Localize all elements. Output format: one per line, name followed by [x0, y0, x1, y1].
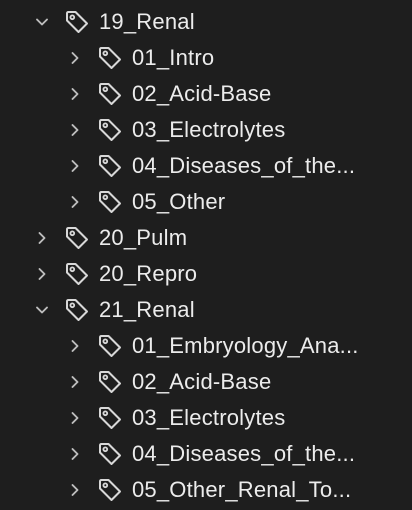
tree-row-label: 05_Other_Renal_To... [132, 477, 352, 502]
tree-row-04-diseases[interactable]: 04_Diseases_of_the... [0, 148, 412, 184]
tree-row-05-other[interactable]: 05_Other [0, 184, 412, 220]
tree-row-label: 05_Other [132, 189, 226, 214]
chevron-right-icon[interactable] [66, 373, 84, 391]
tree-row-01-embryology[interactable]: 01_Embryology_Ana... [0, 328, 412, 364]
tag-icon [64, 297, 90, 323]
tag-tree: 19_Renal 01_Intro 02_Acid-Base 03_Electr… [0, 0, 412, 510]
tree-row-label: 01_Embryology_Ana... [132, 333, 359, 358]
tree-row-label: 04_Diseases_of_the... [132, 441, 356, 466]
tree-row-02-acid-base[interactable]: 02_Acid-Base [0, 364, 412, 400]
chevron-right-icon[interactable] [66, 121, 84, 139]
tree-row-19-renal[interactable]: 19_Renal [0, 4, 412, 40]
tag-icon [97, 477, 123, 503]
tree-row-04-diseases[interactable]: 04_Diseases_of_the... [0, 436, 412, 472]
chevron-right-icon[interactable] [66, 49, 84, 67]
chevron-right-icon[interactable] [66, 337, 84, 355]
chevron-right-icon[interactable] [33, 265, 51, 283]
chevron-right-icon[interactable] [66, 157, 84, 175]
tree-row-21-renal[interactable]: 21_Renal [0, 292, 412, 328]
chevron-right-icon[interactable] [66, 85, 84, 103]
chevron-right-icon[interactable] [66, 409, 84, 427]
tree-row-03-electrolytes[interactable]: 03_Electrolytes [0, 400, 412, 436]
tree-row-label: 03_Electrolytes [132, 117, 286, 142]
tree-row-05-other-renal[interactable]: 05_Other_Renal_To... [0, 472, 412, 508]
tag-icon [97, 333, 123, 359]
tree-row-20-repro[interactable]: 20_Repro [0, 256, 412, 292]
tree-row-03-electrolytes[interactable]: 03_Electrolytes [0, 112, 412, 148]
tag-icon [97, 117, 123, 143]
tree-row-label: 20_Repro [99, 261, 198, 286]
tag-icon [97, 81, 123, 107]
tree-row-01-intro[interactable]: 01_Intro [0, 40, 412, 76]
tag-icon [97, 45, 123, 71]
tree-row-label: 21_Renal [99, 297, 195, 322]
chevron-right-icon[interactable] [66, 481, 84, 499]
tag-icon [97, 405, 123, 431]
chevron-right-icon[interactable] [66, 445, 84, 463]
tree-row-label: 01_Intro [132, 45, 215, 70]
chevron-right-icon[interactable] [66, 193, 84, 211]
tag-icon [64, 225, 90, 251]
tree-row-02-acid-base[interactable]: 02_Acid-Base [0, 76, 412, 112]
tree-row-20-pulm[interactable]: 20_Pulm [0, 220, 412, 256]
tree-row-label: 02_Acid-Base [132, 369, 272, 394]
tag-icon [97, 369, 123, 395]
tree-row-label: 03_Electrolytes [132, 405, 286, 430]
tag-icon [64, 261, 90, 287]
tree-row-label: 02_Acid-Base [132, 81, 272, 106]
tag-icon [97, 153, 123, 179]
tag-icon [64, 9, 90, 35]
tree-row-label: 04_Diseases_of_the... [132, 153, 356, 178]
tag-icon [97, 441, 123, 467]
chevron-right-icon[interactable] [33, 229, 51, 247]
chevron-down-icon[interactable] [33, 301, 51, 319]
tree-row-label: 19_Renal [99, 9, 195, 34]
chevron-down-icon[interactable] [33, 13, 51, 31]
tree-row-label: 20_Pulm [99, 225, 188, 250]
tag-icon [97, 189, 123, 215]
